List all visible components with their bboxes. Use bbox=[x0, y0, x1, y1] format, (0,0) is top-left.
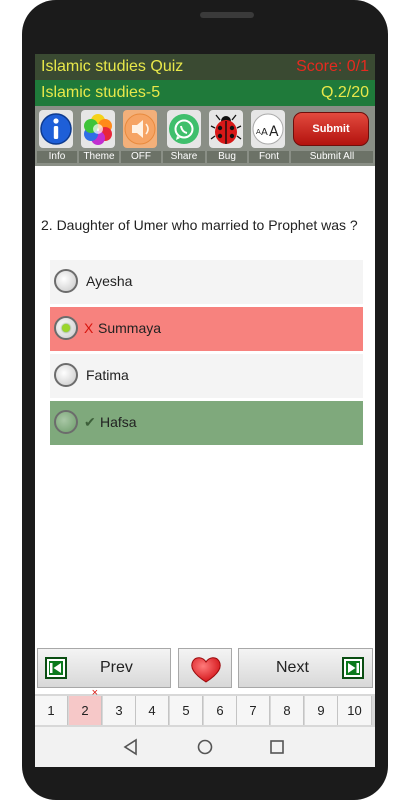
radio-button-selected[interactable] bbox=[54, 316, 78, 340]
info-label: Info bbox=[37, 151, 77, 163]
next-arrow-icon bbox=[342, 657, 364, 679]
font-size-icon: A A A bbox=[251, 110, 285, 148]
back-icon[interactable] bbox=[121, 737, 141, 757]
radio-button[interactable] bbox=[54, 410, 78, 434]
page-4-button[interactable]: 4 bbox=[136, 696, 169, 725]
theme-icon bbox=[81, 110, 115, 148]
wrong-answer-mark-icon: × bbox=[91, 687, 98, 699]
radio-selected-dot bbox=[62, 324, 70, 332]
question-text: 2. Daughter of Umer who married to Proph… bbox=[41, 217, 358, 233]
svg-text:A: A bbox=[269, 124, 279, 140]
page-5-button[interactable]: 5 bbox=[170, 696, 203, 725]
favorite-button[interactable] bbox=[178, 648, 232, 688]
svg-text:A: A bbox=[261, 127, 268, 138]
prev-button[interactable]: Prev bbox=[37, 648, 171, 688]
option-fatima[interactable]: Fatima bbox=[50, 354, 363, 398]
question-counter: Q.2/20 bbox=[320, 84, 369, 101]
submit-all-button[interactable]: Submit All bbox=[291, 151, 373, 163]
bug-report-button[interactable]: Bug bbox=[207, 108, 247, 164]
option-hafsa[interactable]: ✔ Hafsa bbox=[50, 401, 363, 445]
page-8-button[interactable]: 8 bbox=[271, 696, 304, 725]
page-6-button[interactable]: 6 bbox=[204, 696, 237, 725]
title-bar: Islamic studies Quiz Score: 0/1 bbox=[35, 54, 375, 80]
theme-label: Theme bbox=[79, 151, 119, 163]
page-2-label: 2 bbox=[81, 703, 89, 718]
toolbar: Info Theme OFF Share Bug A A A Font Subm… bbox=[35, 106, 375, 166]
sound-toggle-button[interactable]: OFF bbox=[121, 108, 161, 164]
next-label: Next bbox=[276, 659, 309, 676]
phone-speaker bbox=[200, 12, 254, 18]
theme-button[interactable]: Theme bbox=[79, 108, 119, 164]
font-label: Font bbox=[249, 151, 289, 163]
heart-icon bbox=[191, 657, 221, 683]
page-1-button[interactable]: 1 bbox=[35, 696, 68, 725]
page-7-button[interactable]: 7 bbox=[237, 696, 270, 725]
system-navigation-bar bbox=[35, 727, 375, 767]
share-button[interactable]: Share bbox=[163, 108, 205, 164]
option-text: Summaya bbox=[98, 320, 162, 336]
correct-check-icon: ✔ bbox=[84, 414, 96, 430]
prev-arrow-icon bbox=[45, 657, 67, 679]
submit-group: Submit Submit All bbox=[291, 108, 373, 164]
quiz-bar: Islamic studies-5 Q.2/20 bbox=[35, 80, 375, 106]
speaker-icon bbox=[123, 110, 157, 148]
navigation-bar: Prev Next bbox=[37, 648, 373, 690]
share-label: Share bbox=[163, 151, 205, 163]
question-page-strip: 1 2 × 3 4 5 6 7 8 9 10 bbox=[35, 687, 375, 727]
submit-label: Submit bbox=[312, 123, 350, 135]
recents-icon[interactable] bbox=[267, 737, 287, 757]
prev-label: Prev bbox=[100, 659, 133, 676]
wrong-mark-icon: X bbox=[84, 320, 94, 336]
home-icon[interactable] bbox=[195, 737, 215, 757]
answer-options: Ayesha X Summaya Fatima ✔ Hafsa bbox=[50, 260, 363, 448]
radio-button[interactable] bbox=[54, 269, 78, 293]
info-button[interactable]: Info bbox=[37, 108, 77, 164]
app-screen: Islamic studies Quiz Score: 0/1 Islamic … bbox=[35, 54, 375, 767]
option-ayesha[interactable]: Ayesha bbox=[50, 260, 363, 304]
info-icon bbox=[39, 110, 73, 148]
submit-button[interactable]: Submit bbox=[293, 112, 369, 146]
ladybug-icon bbox=[209, 110, 243, 148]
page-10-button[interactable]: 10 bbox=[338, 696, 372, 725]
option-text: Fatima bbox=[86, 367, 129, 383]
option-text: Hafsa bbox=[100, 414, 137, 430]
page-9-button[interactable]: 9 bbox=[305, 696, 338, 725]
quiz-name: Islamic studies-5 bbox=[41, 84, 161, 101]
option-text: Ayesha bbox=[86, 273, 133, 289]
sound-label: OFF bbox=[121, 151, 161, 163]
option-summaya[interactable]: X Summaya bbox=[50, 307, 363, 351]
next-button[interactable]: Next bbox=[238, 648, 373, 688]
app-title: Islamic studies Quiz bbox=[41, 58, 184, 75]
page-3-button[interactable]: 3 bbox=[103, 696, 136, 725]
font-size-button[interactable]: A A A Font bbox=[249, 108, 289, 164]
whatsapp-icon bbox=[167, 110, 201, 148]
score-display: Score: 0/1 bbox=[296, 58, 369, 75]
page-2-button[interactable]: 2 × bbox=[69, 687, 102, 725]
bug-label: Bug bbox=[207, 151, 247, 163]
radio-button[interactable] bbox=[54, 363, 78, 387]
